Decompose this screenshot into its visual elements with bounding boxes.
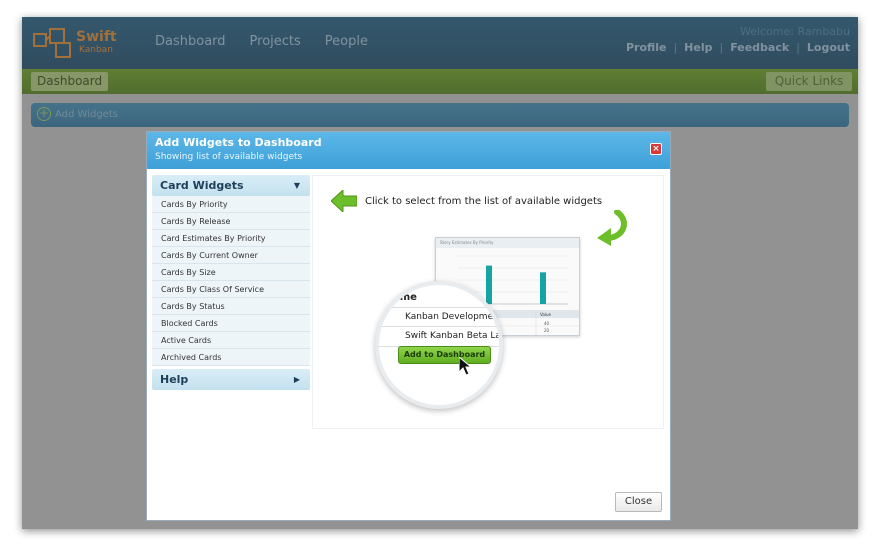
list-item[interactable]: Active Cards xyxy=(152,332,310,349)
help-label: Help xyxy=(160,373,189,386)
lens-row: Kanban Developme xyxy=(379,307,499,327)
arrow-left-icon xyxy=(331,190,357,212)
hint-row: Click to select from the list of availab… xyxy=(331,190,602,212)
preview-col-header: Value xyxy=(540,312,551,317)
preview-cell: 40 xyxy=(544,321,550,326)
dialog-header: Add Widgets to Dashboard Showing list of… xyxy=(147,132,670,169)
caret-down-icon: ▼ xyxy=(293,181,300,190)
preview-title: Story Estimates By Priority xyxy=(436,238,579,248)
close-button[interactable]: Close xyxy=(615,492,662,512)
add-to-dashboard-button[interactable]: Add to Dashboard xyxy=(398,346,491,364)
list-item[interactable]: Cards By Current Owner xyxy=(152,247,310,264)
curved-arrow-icon xyxy=(597,210,627,246)
caret-right-icon: ▶ xyxy=(293,375,300,384)
list-item[interactable]: Cards By Status xyxy=(152,298,310,315)
add-widgets-dialog: Add Widgets to Dashboard Showing list of… xyxy=(146,131,671,521)
help-header[interactable]: Help ▶ xyxy=(152,369,310,390)
list-item[interactable]: Blocked Cards xyxy=(152,315,310,332)
list-item[interactable]: Cards By Class Of Service xyxy=(152,281,310,298)
app-window: Swift Kanban Dashboard Projects People W… xyxy=(22,17,858,529)
card-widgets-header[interactable]: Card Widgets ▼ xyxy=(152,175,310,196)
hint-text: Click to select from the list of availab… xyxy=(365,195,603,207)
widget-sidebar: Card Widgets ▼ Cards By Priority Cards B… xyxy=(152,175,310,390)
dialog-title: Add Widgets to Dashboard xyxy=(155,136,322,149)
preview-bar xyxy=(486,265,492,304)
widget-preview-panel: Click to select from the list of availab… xyxy=(312,175,664,429)
lens-column-header: ame xyxy=(393,292,417,303)
lens-row: Swift Kanban Beta La xyxy=(379,327,499,347)
list-item[interactable]: Card Estimates By Priority xyxy=(152,230,310,247)
list-item[interactable]: Cards By Priority xyxy=(152,196,310,213)
list-item[interactable]: Archived Cards xyxy=(152,349,310,366)
list-item[interactable]: Cards By Release xyxy=(152,213,310,230)
dialog-subtitle: Showing list of available widgets xyxy=(155,152,303,162)
list-item[interactable]: Cards By Size xyxy=(152,264,310,281)
card-widgets-label: Card Widgets xyxy=(160,179,244,192)
close-icon[interactable]: × xyxy=(650,143,662,155)
preview-bar xyxy=(540,272,546,304)
preview-cell: 20 xyxy=(544,328,550,333)
card-widgets-list: Cards By Priority Cards By Release Card … xyxy=(152,196,310,366)
magnifier-lens: ame Kanban Developme Swift Kanban Beta L… xyxy=(375,281,503,409)
mouse-cursor-icon xyxy=(459,357,473,376)
